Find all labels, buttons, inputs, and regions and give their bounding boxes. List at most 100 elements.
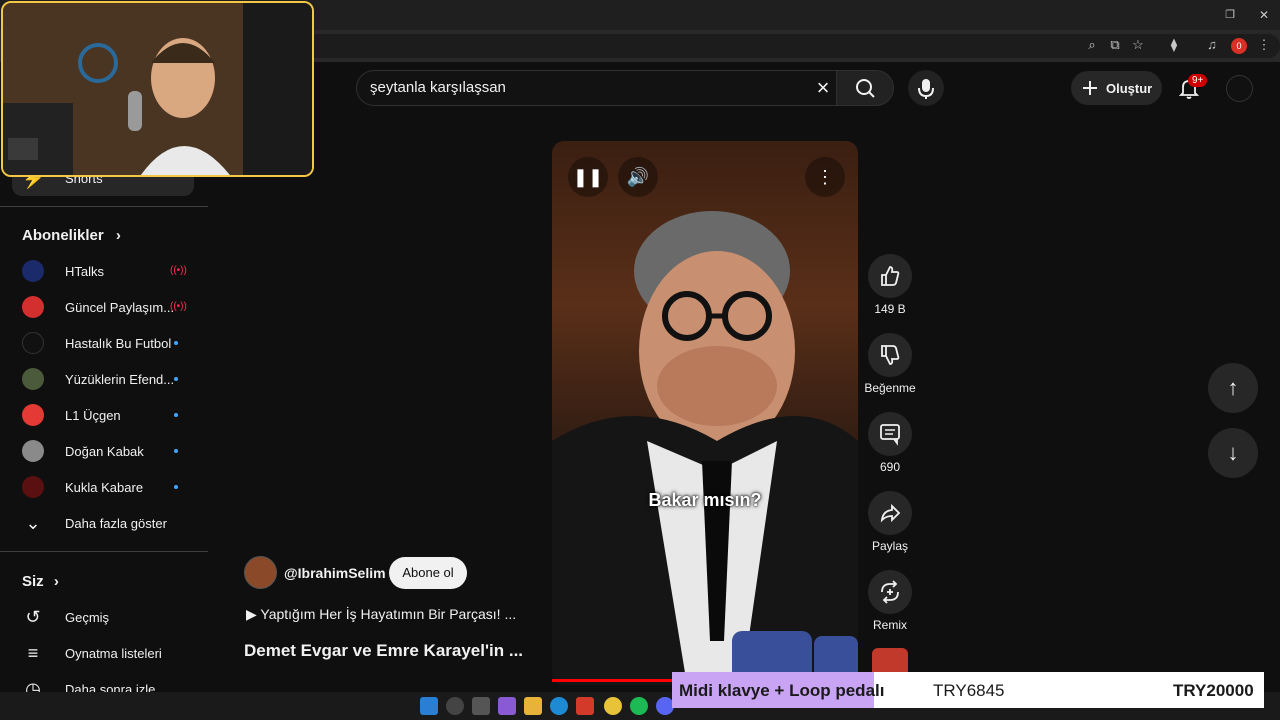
remix-icon [881, 580, 899, 604]
remix-label: Remix [872, 618, 907, 632]
window-maximize-icon[interactable]: ❐ [1221, 6, 1239, 24]
dislike-button[interactable] [868, 333, 912, 377]
video-frame [552, 211, 858, 685]
donation-goal-amount: TRY20000 [1173, 681, 1254, 700]
spotify-icon[interactable] [630, 697, 648, 715]
new-content-dot-icon [174, 449, 178, 453]
more-vertical-icon: ⋮ [816, 167, 834, 187]
streamer-webcam-overlay [1, 1, 314, 177]
search-icon [856, 79, 875, 98]
copilot-icon[interactable] [498, 697, 516, 715]
playlists-icon: ≡ [27, 643, 39, 663]
avatar [22, 476, 44, 498]
new-content-dot-icon [174, 341, 178, 345]
video-caption: Bakar mısın? [648, 490, 762, 510]
pause-icon: ❚❚ [572, 167, 604, 187]
arrow-up-icon: ↑ [1227, 375, 1239, 400]
live-indicator-icon: ((•)) [170, 265, 187, 276]
edge-icon[interactable] [550, 697, 568, 715]
avatar [22, 296, 44, 318]
volume-icon: 🔊 [626, 167, 650, 187]
video-description[interactable]: ▶ Yaptığım Her İş Hayatımın Bir Parçası!… [246, 606, 516, 623]
avatar [22, 440, 44, 462]
subscription-name: Yüzüklerin Efend... [65, 372, 175, 387]
subscriptions-title: Abonelikler [22, 227, 104, 244]
sidebar-item-label: Oynatma listeleri [65, 646, 162, 661]
search-query[interactable]: şeytanla karşılaşsan [370, 79, 506, 96]
subscription-name: Doğan Kabak [65, 444, 144, 459]
video-more-button[interactable]: ⋮ [805, 157, 845, 197]
browser-menu-icon[interactable]: ⋮ [1255, 36, 1273, 54]
avatar [22, 332, 44, 354]
donation-goal-title: Midi klavye + Loop pedalı [679, 681, 885, 700]
subscriptions-heading[interactable]: Abonelikler › [22, 227, 121, 244]
channel-handle[interactable]: @IbrahimSelim [284, 565, 386, 581]
video-title[interactable]: Demet Evgar ve Emre Karayel'in ... [244, 641, 523, 661]
install-app-icon[interactable]: ⧉ [1106, 36, 1124, 54]
file-explorer-icon[interactable] [524, 697, 542, 715]
chevron-right-icon: › [53, 573, 59, 590]
subscription-name: Güncel Paylaşım... [65, 300, 175, 315]
webcam-frame [3, 3, 312, 175]
volume-button[interactable]: 🔊 [618, 157, 658, 197]
media-control-icon[interactable]: ♫ [1203, 36, 1221, 54]
zoom-icon[interactable]: ⌕ [1083, 36, 1101, 54]
bookmark-star-icon[interactable]: ☆ [1129, 36, 1147, 54]
channel-avatar[interactable] [244, 556, 277, 589]
task-view-icon[interactable] [472, 697, 490, 715]
extensions-icon[interactable]: ⧫ [1165, 36, 1183, 54]
avatar [22, 368, 44, 390]
shorts-video-player[interactable] [552, 141, 858, 685]
new-content-dot-icon [174, 413, 178, 417]
arrow-down-icon: ↓ [1227, 440, 1239, 465]
voice-search-button[interactable] [908, 70, 944, 106]
taskbar-search-icon[interactable] [446, 697, 464, 715]
thumbs-down-icon [881, 345, 900, 365]
sidebar-divider [0, 206, 208, 207]
previous-video-button[interactable]: ↑ [1208, 363, 1258, 413]
subscription-name: HTalks [65, 264, 105, 279]
subscription-name: Hastalık Bu Futbol [65, 336, 172, 351]
account-avatar[interactable] [1226, 75, 1253, 102]
share-button[interactable] [868, 491, 912, 535]
clear-search-icon[interactable]: × [810, 75, 836, 101]
avatar [22, 260, 44, 282]
share-label: Paylaş [871, 539, 909, 553]
create-label: Oluştur [1106, 81, 1153, 96]
sidebar-item-label: Geçmiş [65, 610, 110, 625]
app-icon[interactable] [576, 697, 594, 715]
subscribe-button[interactable]: Abone ol [389, 557, 467, 589]
chrome-icon[interactable] [604, 697, 622, 715]
show-more-label: Daha fazla göster [65, 516, 167, 531]
next-video-button[interactable]: ↓ [1208, 428, 1258, 478]
like-count: 149 B [874, 302, 906, 316]
subscription-name: L1 Üçgen [65, 408, 121, 423]
like-button[interactable] [868, 254, 912, 298]
chevron-right-icon: › [115, 227, 121, 244]
donation-current-amount: TRY6845 [933, 681, 1005, 700]
start-menu-icon[interactable] [420, 697, 438, 715]
subscription-name: Kukla Kabare [65, 480, 144, 495]
plus-icon [1083, 81, 1097, 95]
you-title: Siz [22, 573, 44, 590]
notification-count-badge: 9+ [1188, 74, 1208, 87]
profile-badge[interactable]: 0 [1231, 38, 1247, 54]
live-indicator-icon: ((•)) [170, 301, 187, 312]
search-button[interactable] [836, 70, 894, 106]
new-content-dot-icon [174, 485, 178, 489]
chevron-down-icon: ⌄ [25, 513, 41, 533]
comments-button[interactable] [868, 412, 912, 456]
thumbs-up-icon [881, 266, 900, 286]
new-content-dot-icon [174, 377, 178, 381]
history-icon: ↺ [25, 607, 41, 627]
window-close-icon[interactable]: ✕ [1255, 6, 1273, 24]
comment-icon [880, 424, 900, 446]
dislike-label: Beğenme [864, 381, 916, 395]
sound-thumbnail[interactable] [872, 648, 908, 672]
remix-button[interactable] [868, 570, 912, 614]
comment-count: 690 [879, 460, 901, 474]
avatar [22, 404, 44, 426]
you-heading[interactable]: Siz › [22, 573, 59, 590]
sidebar-divider [0, 551, 208, 552]
pause-button[interactable]: ❚❚ [568, 157, 608, 197]
